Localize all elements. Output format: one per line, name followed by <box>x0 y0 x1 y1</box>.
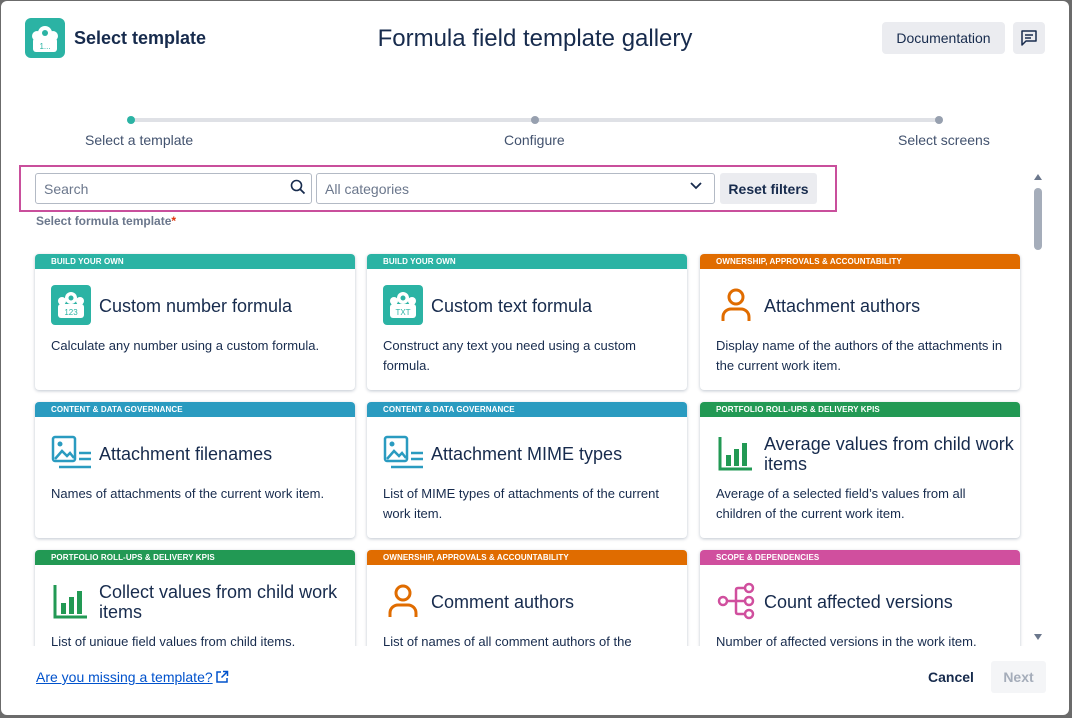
card-category: SCOPE & DEPENDENCIES <box>700 550 1020 565</box>
step-dot-screens <box>935 116 943 124</box>
category-select[interactable]: All categories <box>316 173 715 204</box>
card-title: Attachment MIME types <box>431 444 623 464</box>
card-title: Attachment filenames <box>99 444 273 464</box>
bar-chart-icon <box>51 581 91 621</box>
card-category: CONTENT & DATA GOVERNANCE <box>367 402 687 417</box>
card-title: Custom text formula <box>431 296 593 316</box>
card-title: Average values from child work items <box>764 434 1014 474</box>
svg-text:123: 123 <box>64 308 78 317</box>
step-dot-select <box>127 116 135 124</box>
image-list-icon <box>383 433 423 473</box>
scroll-up-arrow[interactable] <box>1033 173 1043 181</box>
step-label-screens: Select screens <box>898 132 990 148</box>
card-category: PORTFOLIO ROLL-UPS & DELIVERY KPIS <box>35 550 355 565</box>
template-card[interactable]: CONTENT & DATA GOVERNANCE Attachment fil… <box>35 402 355 538</box>
card-desc: Names of attachments of the current work… <box>51 486 325 501</box>
card-category: BUILD YOUR OWN <box>35 254 355 269</box>
card-title: Collect values from child work items <box>99 582 338 622</box>
svg-text:TXT: TXT <box>395 308 410 317</box>
step-dot-configure <box>531 116 539 124</box>
image-list-icon <box>51 433 91 473</box>
missing-template-link[interactable]: Are you missing a template? <box>36 669 213 685</box>
card-desc: Average of a selected field’s values fro… <box>716 486 966 521</box>
card-title: Custom number formula <box>99 296 293 316</box>
template-card[interactable]: CONTENT & DATA GOVERNANCE Attachment MIM… <box>367 402 687 538</box>
template-card[interactable]: OWNERSHIP, APPROVALS & ACCOUNTABILITY Co… <box>367 550 687 646</box>
card-category: CONTENT & DATA GOVERNANCE <box>35 402 355 417</box>
card-category: PORTFOLIO ROLL-UPS & DELIVERY KPIS <box>700 402 1020 417</box>
search-icon <box>290 179 306 195</box>
scrollbar-thumb[interactable] <box>1034 188 1042 250</box>
scroll-down-arrow[interactable] <box>1033 633 1043 641</box>
template-modal: 1... Select template Formula field templ… <box>1 1 1069 715</box>
card-desc: List of names of all comment authors of … <box>383 634 632 646</box>
template-card[interactable]: BUILD YOUR OWN 123 Custom number formula… <box>35 254 355 390</box>
template-grid: BUILD YOUR OWN 123 Custom number formula… <box>1 246 1031 646</box>
feedback-icon <box>1021 30 1037 46</box>
card-title: Comment authors <box>431 592 575 612</box>
card-title: Count affected versions <box>764 592 953 612</box>
card-category: OWNERSHIP, APPROVALS & ACCOUNTABILITY <box>367 550 687 565</box>
cancel-button[interactable]: Cancel <box>920 661 982 693</box>
bar-chart-icon <box>716 433 756 473</box>
card-desc: List of unique field values from child i… <box>51 634 296 646</box>
required-mark: * <box>171 214 177 228</box>
documentation-button[interactable]: Documentation <box>882 22 1005 54</box>
step-label-configure: Configure <box>504 132 565 148</box>
card-title: Attachment authors <box>764 296 921 316</box>
template-card[interactable]: OWNERSHIP, APPROVALS & ACCOUNTABILITY At… <box>700 254 1020 390</box>
next-button[interactable]: Next <box>991 661 1046 693</box>
card-category: OWNERSHIP, APPROVALS & ACCOUNTABILITY <box>700 254 1020 269</box>
robot-txt-icon: TXT <box>383 285 423 325</box>
card-category: BUILD YOUR OWN <box>367 254 687 269</box>
search-input[interactable]: Search <box>35 173 312 204</box>
template-card[interactable]: SCOPE & DEPENDENCIES Count affected vers… <box>700 550 1020 646</box>
template-card[interactable]: PORTFOLIO ROLL-UPS & DELIVERY KPIS Colle… <box>35 550 355 646</box>
person-icon <box>383 581 423 621</box>
section-label: Select formula template* <box>36 214 177 228</box>
card-desc: List of MIME types of attachments of the… <box>383 486 660 521</box>
card-desc: Number of affected versions in the work … <box>716 634 977 646</box>
step-label-select: Select a template <box>85 132 194 148</box>
card-desc: Calculate any number using a custom form… <box>51 338 320 353</box>
template-card[interactable]: PORTFOLIO ROLL-UPS & DELIVERY KPIS Avera… <box>700 402 1020 538</box>
external-link-icon <box>216 670 229 683</box>
template-card[interactable]: BUILD YOUR OWN TXT Custom text formula C… <box>367 254 687 390</box>
branch-icon <box>716 581 756 621</box>
modal-header: 1... Select template Formula field templ… <box>1 1 1069 79</box>
robot-123-icon: 123 <box>51 285 91 325</box>
card-desc: Display name of the authors of the attac… <box>716 338 1003 373</box>
chevron-down-icon <box>690 182 702 190</box>
reset-filters-button[interactable]: Reset filters <box>720 173 817 204</box>
card-desc: Construct any text you need using a cust… <box>383 338 636 373</box>
feedback-button[interactable] <box>1013 22 1045 54</box>
person-icon <box>716 285 756 325</box>
